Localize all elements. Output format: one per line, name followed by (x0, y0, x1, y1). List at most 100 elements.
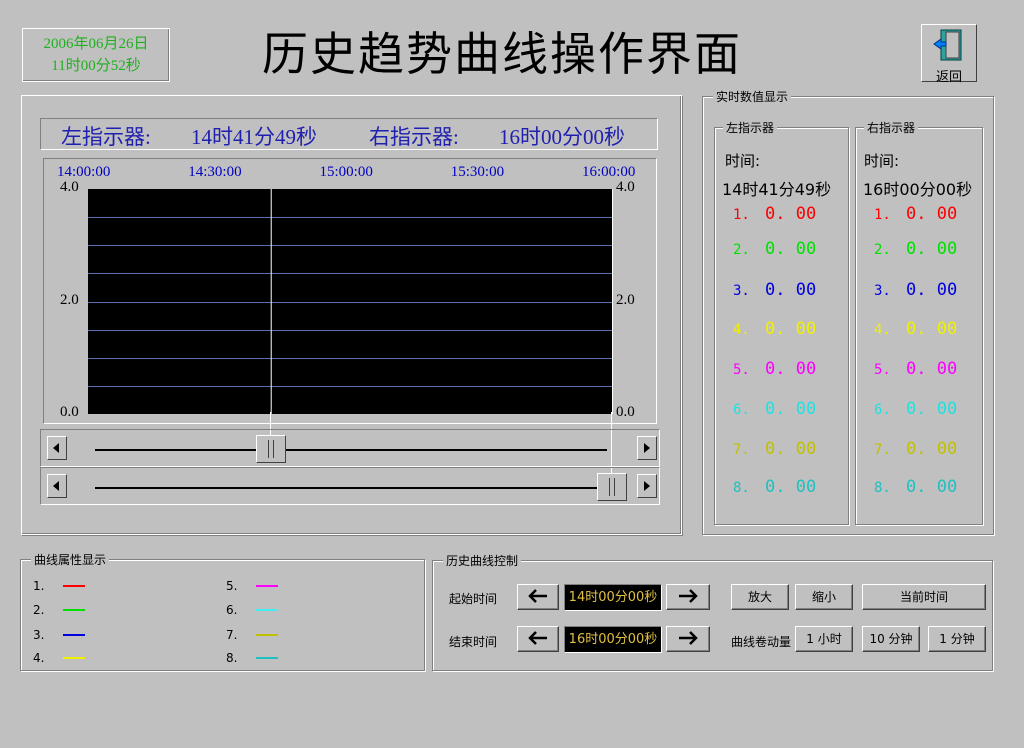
exit-button[interactable]: 返回 (921, 24, 977, 85)
legend-item: 3. (33, 628, 85, 642)
right-indicator-scrollbar[interactable] (40, 467, 660, 505)
channel-number: 4. (874, 322, 891, 338)
legend-number: 6. (226, 603, 238, 617)
channel-number: 3. (874, 283, 891, 299)
channel-number: 7. (733, 442, 750, 458)
legend-item: 2. (33, 603, 85, 617)
realtime-value-row: 6. 0. 00 (733, 399, 816, 419)
right-scroll-track (95, 487, 607, 489)
scroll-10-minute-button[interactable]: 10 分钟 (862, 626, 920, 652)
channel-value: 0. 00 (765, 399, 817, 419)
current-time: 11时00分52秒 (51, 58, 141, 74)
legend-number: 5. (226, 579, 238, 593)
left-indicator-time: 14时41分49秒 (191, 125, 317, 149)
scroll-1-minute-button[interactable]: 1 分钟 (928, 626, 986, 652)
y-tick-label-right: 2.0 (616, 291, 635, 308)
zoom-in-button[interactable]: 放大 (731, 584, 789, 610)
channel-value: 0. 00 (906, 239, 958, 259)
triangle-right-icon (644, 443, 650, 453)
indicator-header: 左指示器: 14时41分49秒 右指示器: 16时00分00秒 (40, 118, 658, 150)
channel-value: 0. 00 (765, 359, 817, 379)
legend-item: 6. (226, 603, 278, 617)
exit-label: 返回 (935, 70, 962, 85)
channel-number: 6. (874, 402, 891, 418)
end-time-back-button[interactable] (517, 626, 559, 652)
legend-number: 1. (33, 579, 45, 593)
realtime-value-row: 1. 0. 00 (874, 204, 957, 224)
channel-number: 8. (733, 480, 750, 496)
legend-item: 4. (33, 651, 85, 665)
start-time-back-button[interactable] (517, 584, 559, 610)
realtime-value-row: 3. 0. 00 (874, 280, 957, 300)
channel-value: 0. 00 (906, 439, 958, 459)
realtime-value-row: 4. 0. 00 (733, 319, 816, 339)
left-indicator-scrollbar[interactable] (40, 429, 660, 467)
start-time-forward-button[interactable] (666, 584, 710, 610)
channel-value: 0. 00 (765, 439, 817, 459)
channel-value: 0. 00 (765, 204, 817, 224)
legend-number: 3. (33, 628, 45, 642)
x-tick-label: 14:30:00 (188, 164, 242, 180)
realtime-value-row: 3. 0. 00 (733, 280, 816, 300)
channel-number: 6. (733, 402, 750, 418)
current-time-button[interactable]: 当前时间 (862, 584, 986, 610)
right-indicator-time: 16时00分00秒 (499, 125, 625, 149)
realtime-right-title: 右指示器 (864, 119, 919, 136)
datetime-display: 2006年06月26日 11时00分52秒 (22, 28, 170, 82)
realtime-value-row: 7. 0. 00 (733, 439, 816, 459)
realtime-value-row: 6. 0. 00 (874, 399, 957, 419)
realtime-left-time-label: 时间: (725, 152, 761, 170)
y-tick-label-left: 4.0 (60, 179, 79, 195)
realtime-value-row: 2. 0. 00 (733, 239, 816, 259)
channel-number: 2. (733, 242, 750, 258)
realtime-right-time-label: 时间: (864, 152, 900, 170)
channel-number: 5. (733, 362, 750, 378)
right-scroll-left-button[interactable] (47, 474, 67, 498)
legend-number: 2. (33, 603, 45, 617)
legend-color-line (256, 634, 278, 636)
realtime-value-row: 4. 0. 00 (874, 319, 957, 339)
legend-title: 曲线属性显示 (31, 551, 110, 568)
end-time-label: 结束时间 (449, 635, 498, 649)
realtime-value-row: 2. 0. 00 (874, 239, 957, 259)
legend-number: 8. (226, 651, 238, 665)
left-scroll-left-button[interactable] (47, 436, 67, 460)
page-title: 历史趋势曲线操作界面 (262, 27, 742, 81)
arrow-left-icon (528, 589, 547, 603)
left-scroll-right-button[interactable] (637, 436, 657, 460)
realtime-right-group: 右指示器 时间: 16时00分00秒 1. 0. 00 2. 0. 00 3. 0. 00… (855, 119, 983, 525)
y-tick-label-right: 4.0 (616, 179, 635, 195)
x-tick-label: 15:30:00 (450, 164, 505, 180)
right-scroll-right-button[interactable] (637, 474, 657, 498)
channel-number: 3. (733, 283, 750, 299)
realtime-title: 实时数值显示 (713, 88, 792, 105)
zoom-out-button[interactable]: 缩小 (795, 584, 853, 610)
realtime-value-row: 8. 0. 00 (874, 477, 957, 497)
legend-color-line (63, 585, 85, 587)
legend-item: 7. (226, 628, 278, 642)
scroll-amount-label: 曲线卷动量 (731, 635, 792, 649)
right-indicator-label: 右指示器: (369, 125, 459, 149)
triangle-left-icon (53, 443, 59, 453)
scroll-1-hour-button[interactable]: 1 小时 (795, 626, 853, 652)
realtime-value-row: 5. 0. 00 (733, 359, 816, 379)
left-indicator-label: 左指示器: (61, 125, 151, 149)
triangle-right-icon (644, 481, 650, 491)
current-date: 2006年06月26日 (43, 36, 149, 52)
realtime-left-title: 左指示器 (723, 119, 778, 136)
control-title: 历史曲线控制 (443, 552, 522, 569)
x-tick-label: 15:00:00 (319, 164, 373, 180)
legend-number: 4. (33, 651, 45, 665)
realtime-left-group: 左指示器 时间: 14时41分49秒 1. 0. 00 2. 0. 00 3. 0. 00… (714, 119, 849, 525)
legend-color-line (256, 585, 278, 587)
realtime-left-time: 14时41分49秒 (722, 180, 832, 199)
realtime-value-row: 8. 0. 00 (733, 477, 816, 497)
end-time-forward-button[interactable] (666, 626, 710, 652)
channel-number: 4. (733, 322, 750, 338)
plot-area[interactable] (88, 189, 613, 414)
left-scroll-track (95, 449, 607, 451)
arrow-left-icon (528, 631, 547, 645)
right-scroll-thumb[interactable] (597, 473, 627, 501)
left-scroll-thumb[interactable] (255, 435, 286, 463)
channel-number: 5. (874, 362, 891, 378)
